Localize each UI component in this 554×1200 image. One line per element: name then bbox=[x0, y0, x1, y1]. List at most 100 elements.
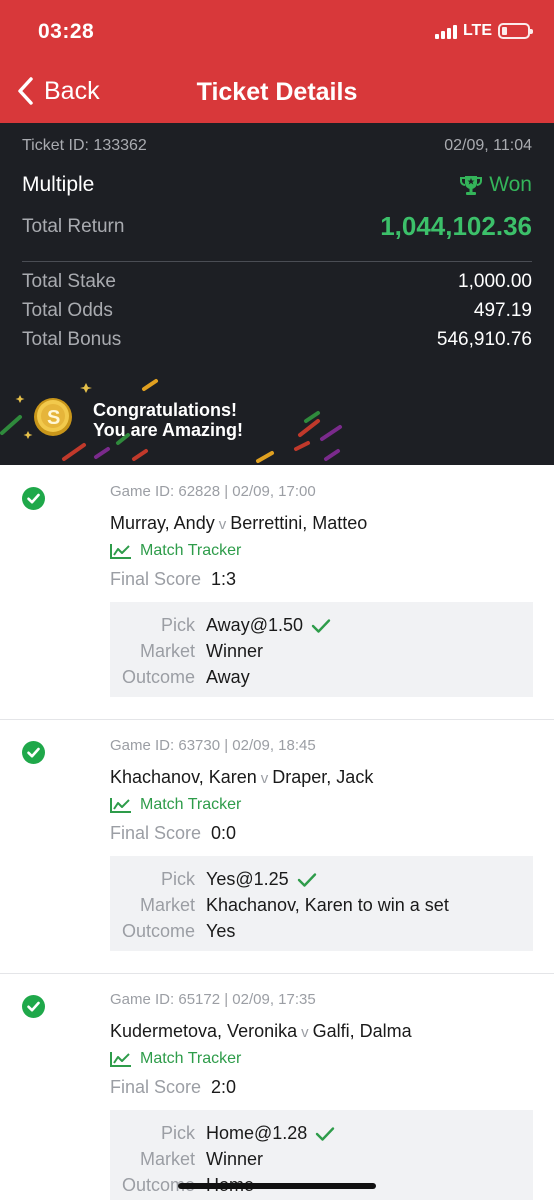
final-score-value: 1:3 bbox=[211, 569, 237, 589]
away-team: Draper, Jack bbox=[272, 767, 374, 787]
signal-icon bbox=[434, 23, 457, 39]
market-row: Market Khachanov, Karen to win a set bbox=[110, 895, 449, 916]
market-value: Winner bbox=[206, 641, 264, 661]
chevron-left-icon bbox=[18, 77, 33, 105]
outcome-label: Outcome bbox=[121, 667, 195, 687]
outcome-value: Away bbox=[206, 667, 250, 687]
total-bonus-row: Total Bonus 546,910.76 bbox=[22, 329, 532, 351]
checkmark-icon bbox=[311, 618, 331, 633]
market-label: Market bbox=[139, 1149, 195, 1169]
away-team: Galfi, Dalma bbox=[312, 1021, 412, 1041]
game-meta: Game ID: 63730 | 02/09, 18:45 bbox=[110, 737, 316, 754]
status-badge: Won bbox=[459, 173, 532, 197]
pick-details: Pick Away@1.50 Market Winner Outcome Awa… bbox=[110, 602, 533, 697]
match-tracker-label: Match Tracker bbox=[140, 796, 242, 813]
back-button[interactable]: Back bbox=[16, 76, 100, 106]
checkmark-icon bbox=[316, 1126, 335, 1141]
total-bonus-value: 546,910.76 bbox=[436, 329, 532, 350]
market-value: Khachanov, Karen to win a set bbox=[206, 895, 449, 915]
final-score: Final Score 2:0 bbox=[110, 1077, 236, 1098]
home-team: Khachanov, Karen bbox=[110, 767, 257, 787]
chart-icon bbox=[110, 798, 131, 813]
final-score-label: Final Score bbox=[110, 569, 202, 589]
pick-row: Pick Yes@1.25 bbox=[110, 869, 317, 890]
game-meta: Game ID: 62828 | 02/09, 17:00 bbox=[110, 483, 316, 500]
match-tracker-link[interactable]: Match Tracker bbox=[110, 542, 241, 560]
total-stake-row: Total Stake 1,000.00 bbox=[22, 271, 532, 293]
congrats-text: Congratulations! You are Amazing! bbox=[93, 400, 243, 440]
summary-divider bbox=[22, 261, 532, 262]
check-circle-icon bbox=[22, 995, 45, 1018]
final-score-value: 2:0 bbox=[211, 1077, 237, 1097]
match-teams: Murray, Andy v Berrettini, Matteo bbox=[110, 513, 367, 534]
bet-item: Game ID: 63730 | 02/09, 18:45 Khachanov,… bbox=[0, 719, 554, 973]
congrats-line-1: Congratulations! bbox=[93, 400, 237, 420]
market-label: Market bbox=[139, 641, 195, 661]
back-label: Back bbox=[44, 76, 100, 105]
pick-value: Yes@1.25 bbox=[206, 869, 289, 889]
home-team: Kudermetova, Veronika bbox=[110, 1021, 298, 1041]
final-score: Final Score 0:0 bbox=[110, 823, 236, 844]
away-team: Berrettini, Matteo bbox=[230, 513, 368, 533]
status-label: Won bbox=[489, 173, 532, 196]
total-stake-label: Total Stake bbox=[22, 271, 116, 292]
bet-item: Game ID: 62828 | 02/09, 17:00 Murray, An… bbox=[0, 465, 554, 719]
final-score-value: 0:0 bbox=[211, 823, 237, 843]
status-indicators: LTE bbox=[434, 22, 533, 40]
total-odds-row: Total Odds 497.19 bbox=[22, 300, 532, 322]
congrats-banner-art: S bbox=[0, 379, 342, 463]
pick-row: Pick Home@1.28 bbox=[110, 1123, 335, 1144]
match-teams: Khachanov, Karen v Draper, Jack bbox=[110, 767, 373, 788]
trophy-icon bbox=[460, 176, 483, 195]
match-teams: Kudermetova, Veronika v Galfi, Dalma bbox=[110, 1021, 412, 1042]
bet-item: Game ID: 65172 | 02/09, 17:35 Kudermetov… bbox=[0, 973, 554, 1200]
pick-label: Pick bbox=[160, 615, 195, 635]
outcome-value: Yes bbox=[206, 921, 236, 941]
ticket-id: Ticket ID: 133362 bbox=[22, 137, 147, 154]
match-tracker-link[interactable]: Match Tracker bbox=[110, 1050, 241, 1068]
outcome-row: Outcome Away bbox=[110, 667, 250, 688]
outcome-row: Outcome Yes bbox=[110, 921, 235, 942]
home-indicator[interactable] bbox=[178, 1183, 376, 1189]
app-header: 03:28 LTE Back Ticket Details bbox=[0, 0, 554, 123]
match-tracker-label: Match Tracker bbox=[140, 1050, 242, 1067]
home-team: Murray, Andy bbox=[110, 513, 215, 533]
outcome-label: Outcome bbox=[121, 921, 195, 941]
total-bonus-label: Total Bonus bbox=[22, 329, 122, 350]
pick-label: Pick bbox=[160, 1123, 195, 1143]
market-row: Market Winner bbox=[110, 641, 263, 662]
pick-value: Home@1.28 bbox=[206, 1123, 308, 1143]
network-label: LTE bbox=[462, 22, 492, 39]
ticket-datetime: 02/09, 11:04 bbox=[444, 137, 532, 154]
svg-text:S: S bbox=[47, 407, 60, 429]
chart-icon bbox=[110, 1052, 131, 1067]
final-score-label: Final Score bbox=[110, 1077, 202, 1097]
total-odds-label: Total Odds bbox=[22, 300, 113, 321]
check-circle-icon bbox=[22, 487, 45, 510]
bet-type: Multiple bbox=[22, 173, 95, 196]
market-label: Market bbox=[139, 895, 195, 915]
match-tracker-label: Match Tracker bbox=[140, 542, 242, 559]
versus-label: v bbox=[218, 516, 227, 533]
final-score: Final Score 1:3 bbox=[110, 569, 236, 590]
final-score-label: Final Score bbox=[110, 823, 202, 843]
ticket-meta-row: Ticket ID: 133362 02/09, 11:04 bbox=[22, 137, 532, 155]
pick-row: Pick Away@1.50 bbox=[110, 615, 331, 636]
total-return-row: Total Return 1,044,102.36 bbox=[22, 211, 532, 242]
congrats-line-2: You are Amazing! bbox=[93, 420, 244, 440]
ticket-type-row: Multiple Won bbox=[22, 173, 532, 197]
market-value: Winner bbox=[206, 1149, 264, 1169]
match-tracker-link[interactable]: Match Tracker bbox=[110, 796, 241, 814]
total-odds-value: 497.19 bbox=[473, 300, 532, 321]
ticket-summary: Ticket ID: 133362 02/09, 11:04 Multiple … bbox=[0, 123, 554, 465]
versus-label: v bbox=[260, 770, 269, 787]
versus-label: v bbox=[301, 1024, 309, 1041]
total-return-value: 1,044,102.36 bbox=[380, 211, 532, 241]
check-circle-icon bbox=[22, 741, 45, 764]
pick-label: Pick bbox=[160, 869, 195, 889]
pick-value: Away@1.50 bbox=[206, 615, 303, 635]
battery-icon bbox=[498, 23, 533, 39]
total-stake-value: 1,000.00 bbox=[458, 271, 532, 292]
total-return-label: Total Return bbox=[22, 215, 125, 237]
chart-icon bbox=[110, 544, 131, 559]
